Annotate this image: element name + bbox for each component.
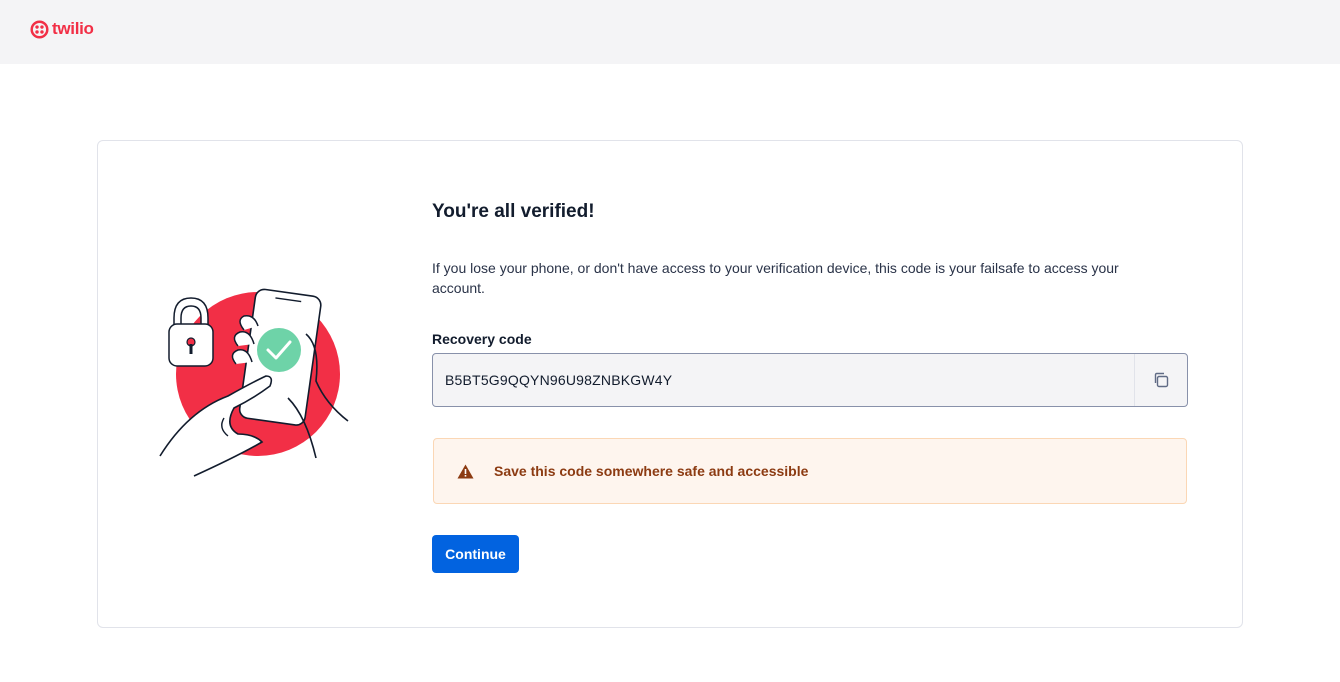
- warning-icon-wrapper: [456, 462, 474, 480]
- verification-card: You're all verified! If you lose your ph…: [97, 140, 1243, 628]
- brand-name: twilio: [52, 19, 94, 38]
- copy-button[interactable]: [1134, 354, 1187, 406]
- recovery-code-field[interactable]: B5BT5G9QQYN96U98ZNBKGW4Y: [432, 353, 1188, 407]
- twilio-logo-icon: [30, 19, 49, 39]
- page-title: You're all verified!: [432, 201, 595, 222]
- recovery-code-label: Recovery code: [432, 331, 532, 347]
- top-bar: twilio: [0, 0, 1340, 64]
- phone-lock-illustration: [159, 288, 349, 477]
- copy-icon: [1154, 372, 1169, 388]
- twilio-logo[interactable]: twilio: [30, 19, 94, 39]
- warning-triangle-icon: [457, 464, 473, 478]
- description-text: If you lose your phone, or don't have ac…: [432, 260, 1119, 296]
- warning-alert: Save this code somewhere safe and access…: [433, 438, 1187, 504]
- recovery-code-value[interactable]: B5BT5G9QQYN96U98ZNBKGW4Y: [433, 372, 1134, 388]
- continue-button[interactable]: Continue: [432, 535, 519, 573]
- warning-text: Save this code somewhere safe and access…: [494, 463, 809, 479]
